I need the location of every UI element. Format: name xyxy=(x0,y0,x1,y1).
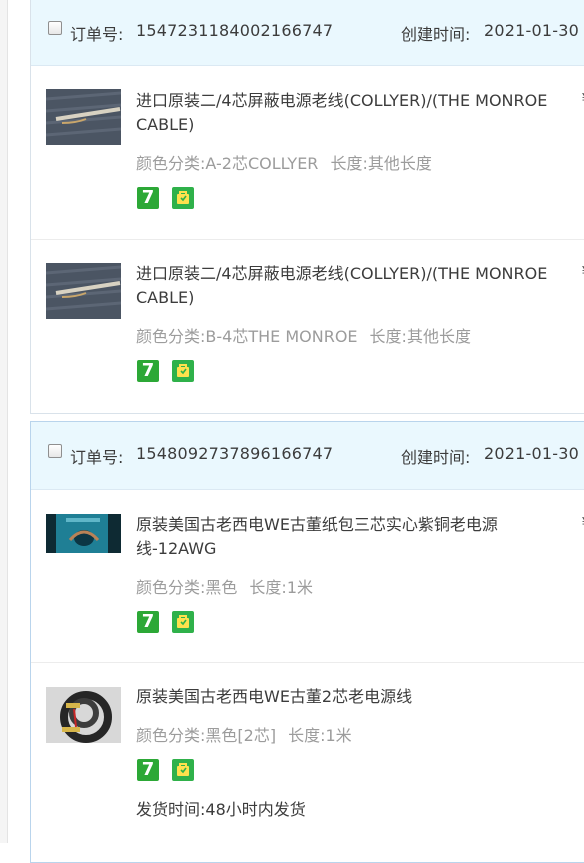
order-card: 订单号: 1548092737896166747 创建时间: 2021-01-3… xyxy=(30,421,584,863)
sku-length-value: 其他长度 xyxy=(406,327,471,346)
sku-length-value: 1米 xyxy=(286,578,314,597)
product-sku: 颜色分类:A-2芯COLLYER 长度:其他长度 xyxy=(136,150,432,174)
created-time-label: 创建时间: xyxy=(401,25,471,44)
order-number: 1548092737896166747 xyxy=(136,444,334,463)
shipping-time-value: 48小时内发货 xyxy=(205,800,306,819)
sku-color-label: 颜色分类: xyxy=(136,327,206,346)
seven-day-return-icon[interactable]: 7 xyxy=(137,360,159,382)
product-thumbnail[interactable] xyxy=(46,89,121,145)
sku-color-label: 颜色分类: xyxy=(136,154,206,173)
sku-length-label: 长度: xyxy=(288,726,326,745)
guarantee-icon[interactable] xyxy=(172,360,194,382)
product-title-link[interactable]: 进口原装二/4芯屏蔽电源老线(COLLYER)/(THE MONROE CABL… xyxy=(136,262,556,310)
seven-day-return-icon[interactable]: 7 xyxy=(137,187,159,209)
created-time-label: 创建时间: xyxy=(401,448,471,467)
sku-color-value: A-2芯COLLYER xyxy=(205,154,319,173)
shipping-time-label: 发货时间: xyxy=(136,800,206,819)
cable-photo xyxy=(46,263,121,319)
guarantee-icon[interactable] xyxy=(172,759,194,781)
order-card: 订单号: 1547231184002166747 创建时间: 2021-01-3… xyxy=(30,0,584,414)
sku-length-label: 长度: xyxy=(369,327,407,346)
order-item: 原装美国古老西电WE古董纸包三芯实心紫铜老电源线-12AWG 颜色分类:黑色 长度… xyxy=(31,490,584,663)
guarantee-icon[interactable] xyxy=(172,187,194,209)
product-thumbnail[interactable] xyxy=(46,263,121,319)
product-title-link[interactable]: 进口原装二/4芯屏蔽电源老线(COLLYER)/(THE MONROE CABL… xyxy=(136,89,556,137)
cable-photo xyxy=(46,89,121,145)
sku-length-label: 长度: xyxy=(249,578,287,597)
guarantee-icon[interactable] xyxy=(172,611,194,633)
product-photo xyxy=(46,514,121,553)
sku-color-label: 颜色分类: xyxy=(136,578,206,597)
product-thumbnail[interactable] xyxy=(46,514,121,553)
seven-day-return-icon[interactable]: 7 xyxy=(137,611,159,633)
order-number-label: 订单号: xyxy=(70,25,124,44)
order-number-label: 订单号: xyxy=(70,448,124,467)
sku-color-value: 黑色 xyxy=(205,578,238,597)
order-header: 订单号: 1548092737896166747 创建时间: 2021-01-3… xyxy=(31,422,584,490)
left-panel-edge xyxy=(0,0,8,843)
product-sku: 颜色分类:黑色 长度:1米 xyxy=(136,574,313,598)
order-number: 1547231184002166747 xyxy=(136,21,334,40)
order-select-checkbox[interactable] xyxy=(48,444,62,458)
sku-length-value: 1米 xyxy=(325,726,352,745)
seven-day-return-icon[interactable]: 7 xyxy=(137,759,159,781)
order-item: 进口原装二/4芯屏蔽电源老线(COLLYER)/(THE MONROE CABL… xyxy=(31,66,584,240)
sku-color-value: B-4芯THE MONROE xyxy=(205,327,358,346)
created-date: 2021-01-30 xyxy=(484,21,579,40)
sku-color-label: 颜色分类: xyxy=(136,726,206,745)
product-photo xyxy=(46,687,121,743)
sku-length-value: 其他长度 xyxy=(367,154,432,173)
product-sku: 颜色分类:黑色[2芯] 长度:1米 xyxy=(136,722,352,746)
order-header: 订单号: 1547231184002166747 创建时间: 2021-01-3… xyxy=(31,0,584,66)
created-date: 2021-01-30 xyxy=(484,444,579,463)
sku-length-label: 长度: xyxy=(330,154,368,173)
product-sku: 颜色分类:B-4芯THE MONROE 长度:其他长度 xyxy=(136,323,471,347)
product-title-link[interactable]: 原装美国古老西电WE古董纸包三芯实心紫铜老电源线-12AWG xyxy=(136,513,556,561)
order-item: 原装美国古老西电WE古董2芯老电源线 颜色分类:黑色[2芯] 长度:1米 7 发货… xyxy=(31,663,584,863)
shipping-time: 发货时间:48小时内发货 xyxy=(136,796,306,820)
order-item: 进口原装二/4芯屏蔽电源老线(COLLYER)/(THE MONROE CABL… xyxy=(31,240,584,412)
product-title-link[interactable]: 原装美国古老西电WE古董2芯老电源线 xyxy=(136,685,556,709)
sku-color-value: 黑色[2芯] xyxy=(205,726,277,745)
product-thumbnail[interactable] xyxy=(46,687,121,743)
order-select-checkbox[interactable] xyxy=(48,21,62,35)
